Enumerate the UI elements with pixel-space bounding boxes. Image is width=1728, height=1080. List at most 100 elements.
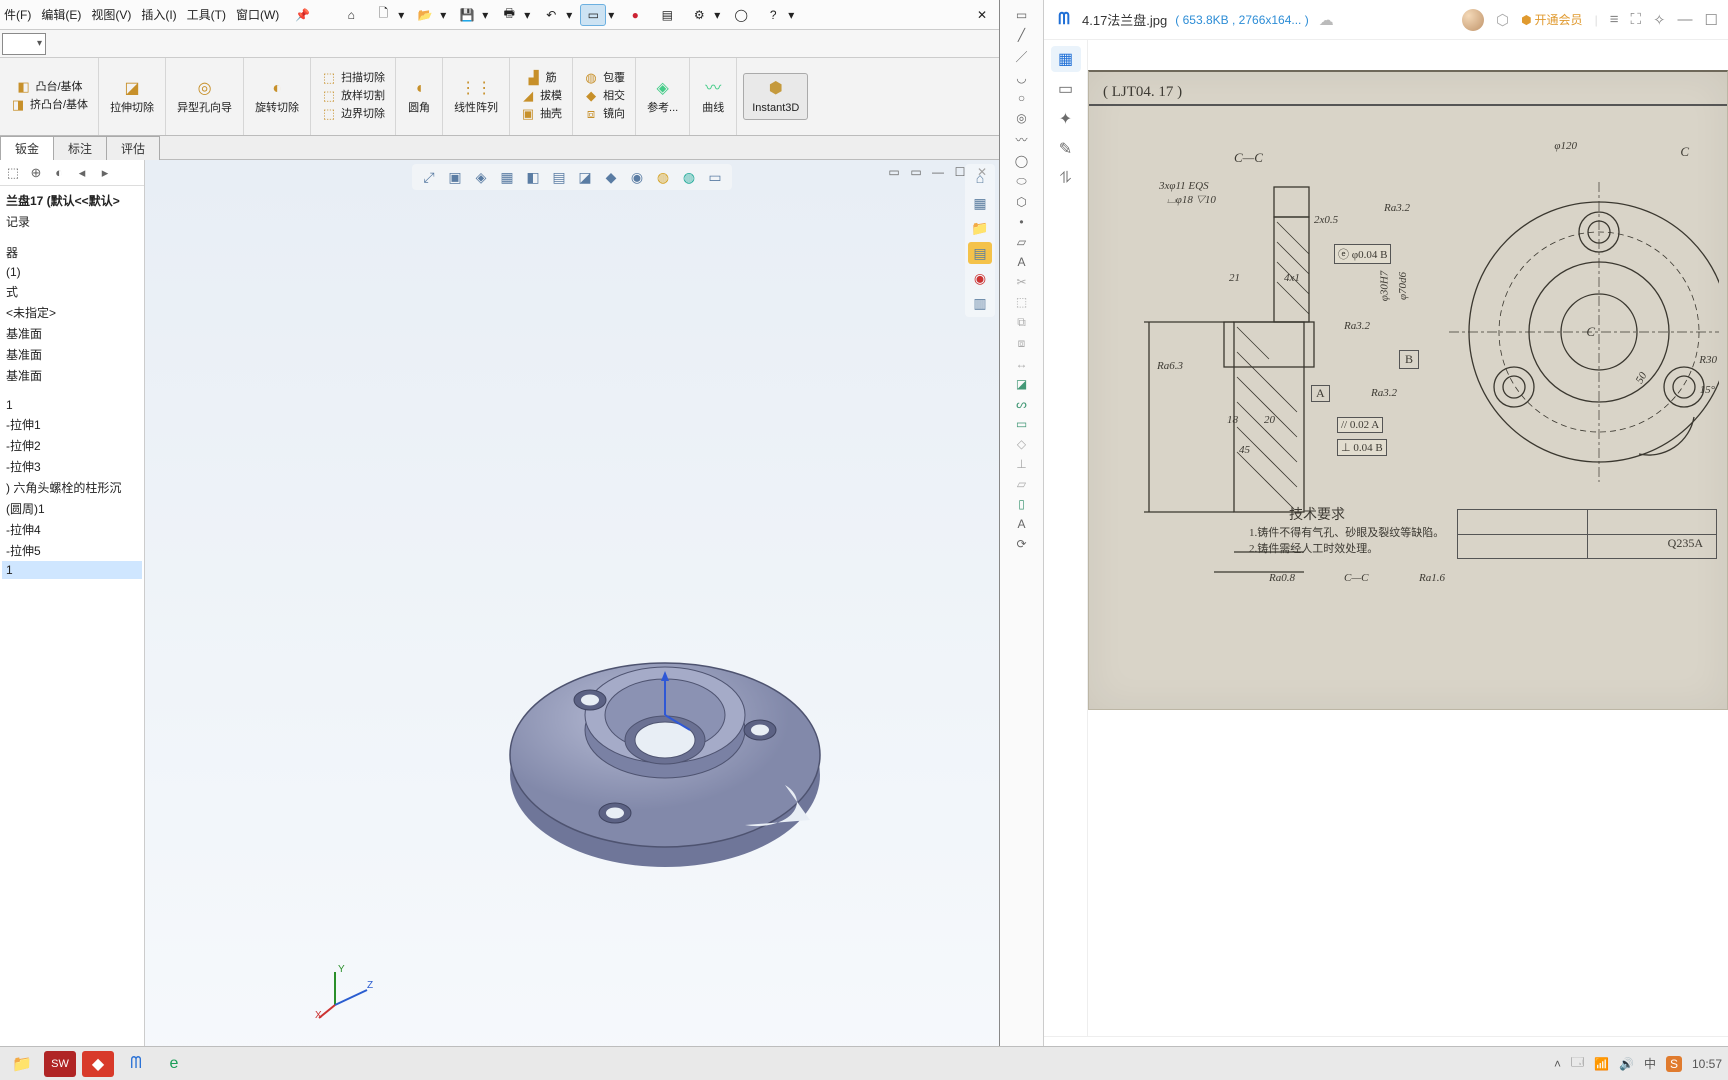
dropdown-icon[interactable]: ▾ <box>524 8 532 22</box>
help-icon[interactable]: ? <box>760 4 786 26</box>
poly-icon[interactable]: ⬡ <box>1016 195 1026 209</box>
circle-icon[interactable]: ○ <box>1018 91 1025 105</box>
gear-icon[interactable]: ⚙ <box>686 4 712 26</box>
zoom-fit-icon[interactable]: ⤢ <box>418 167 440 187</box>
print-icon[interactable]: 🖶 <box>496 4 522 26</box>
cloud-icon[interactable]: ☁ <box>1319 11 1334 29</box>
tp-designlib-icon[interactable]: ▦ <box>968 192 992 214</box>
appearance-icon[interactable]: ◆ <box>600 167 622 187</box>
options-icon[interactable]: ▤ <box>654 4 680 26</box>
select-icon[interactable]: ▭ <box>580 4 606 26</box>
tree-item[interactable]: <未指定> <box>2 302 142 323</box>
dropdown-icon[interactable]: ▾ <box>482 8 490 22</box>
section-icon[interactable]: ◧ <box>522 167 544 187</box>
menu-view[interactable]: 视图(V) <box>91 6 131 23</box>
plane-icon[interactable]: ▱ <box>1017 235 1026 249</box>
doc-hide-icon[interactable]: ▭ <box>885 164 903 180</box>
appearance2-icon[interactable]: ◍ <box>652 167 674 187</box>
tree-item-selected[interactable]: 1 <box>2 561 142 579</box>
explorer-icon[interactable]: 📁 <box>6 1051 38 1077</box>
tp-appearance-icon[interactable]: ◉ <box>968 267 992 289</box>
tree-item[interactable]: 基准面 <box>2 344 142 365</box>
open-icon[interactable]: 📂 <box>412 4 438 26</box>
undo-icon[interactable]: ↶ <box>538 4 564 26</box>
ime-icon[interactable]: 中 <box>1644 1055 1656 1072</box>
tree-item[interactable]: -拉伸3 <box>2 456 142 477</box>
scene-icon[interactable]: ▤ <box>548 167 570 187</box>
pin-icon[interactable]: 📌 <box>295 8 310 22</box>
dropdown-icon[interactable]: ▾ <box>608 8 616 22</box>
app-task-icon[interactable]: ◆ <box>82 1051 114 1077</box>
tree-item[interactable]: (1) <box>2 263 142 281</box>
sk6-icon[interactable]: ⟳ <box>1016 537 1026 551</box>
doc-icon[interactable]: ▭ <box>1051 76 1081 102</box>
display-style-icon[interactable]: ▦ <box>496 167 518 187</box>
avatar[interactable] <box>1462 9 1484 31</box>
menu-tools[interactable]: 工具(T) <box>187 6 226 23</box>
appearance3-icon[interactable]: ◍ <box>678 167 700 187</box>
window-close-icon[interactable]: ✕ <box>969 8 995 22</box>
tree-item[interactable]: -拉伸2 <box>2 435 142 456</box>
render-icon[interactable]: ◉ <box>626 167 648 187</box>
fullscreen-icon[interactable]: ⛶ <box>1630 11 1641 28</box>
rect-icon[interactable]: ▭ <box>1016 8 1027 22</box>
intersect-button[interactable]: ◆相交 <box>579 88 629 106</box>
instant3d-button[interactable]: ⬢Instant3D <box>743 73 808 120</box>
doc-cascade-icon[interactable]: — <box>929 164 947 180</box>
sogou-icon[interactable]: S <box>1666 1056 1682 1072</box>
tree-item[interactable]: 基准面 <box>2 323 142 344</box>
panel-tab-icon[interactable]: ◂ <box>72 163 92 183</box>
panel-tab-icon[interactable]: ⊕ <box>26 163 46 183</box>
tp-view-icon[interactable]: ▤ <box>968 242 992 264</box>
fillet-button[interactable]: ◖圆角 <box>402 76 436 117</box>
sk3-icon[interactable]: ▱ <box>1017 477 1026 491</box>
user-icon[interactable]: ◯ <box>728 4 754 26</box>
tree-item[interactable]: 器 <box>2 242 142 263</box>
boss-base-button[interactable]: ◧凸台/基体 <box>6 79 92 97</box>
shell-button[interactable]: ▣抽壳 <box>516 106 566 124</box>
minimize-icon[interactable]: — <box>1678 11 1693 28</box>
tab-annotate[interactable]: 标注 <box>53 136 107 160</box>
line-icon[interactable]: ╱ <box>1018 28 1025 42</box>
menu-icon[interactable]: ≡ <box>1610 11 1619 28</box>
slot-icon[interactable]: ⬭ <box>1016 174 1026 189</box>
menu-file[interactable]: 件(F) <box>4 6 31 23</box>
panel-tab-icon[interactable]: ◐ <box>49 163 69 183</box>
rib-button[interactable]: ▟筋 <box>516 70 566 88</box>
panel-tab-icon[interactable]: ⬚ <box>3 163 23 183</box>
slider-icon[interactable]: ⥮ <box>1051 166 1081 192</box>
save-icon[interactable]: 💾 <box>454 4 480 26</box>
boundary-cut-button[interactable]: ⬚边界切除 <box>317 106 389 124</box>
tree-item[interactable]: ) 六角头螺栓的柱形沉 <box>2 477 142 498</box>
line2-icon[interactable]: ／ <box>1015 48 1027 65</box>
circle2-icon[interactable]: ◎ <box>1016 111 1026 125</box>
vip-button[interactable]: ⬢ 开通会员 <box>1521 11 1583 28</box>
tree-item[interactable]: -拉伸1 <box>2 414 142 435</box>
pin-icon[interactable]: ✧ <box>1653 11 1666 29</box>
mirror-icon[interactable]: ⧈ <box>1018 336 1026 351</box>
offset-icon[interactable]: ⧉ <box>1017 315 1026 330</box>
dim-icon[interactable]: ↔ <box>1016 357 1028 371</box>
point-icon[interactable]: • <box>1019 215 1023 229</box>
doc-min-icon[interactable]: ▭ <box>907 164 925 180</box>
tp-file-icon[interactable]: 📁 <box>968 217 992 239</box>
new-icon[interactable]: 🗋 <box>370 4 396 26</box>
tp-home-icon[interactable]: ⌂ <box>968 167 992 189</box>
dropdown-icon[interactable]: ▾ <box>714 8 722 22</box>
tp-custom-icon[interactable]: ▥ <box>968 292 992 314</box>
viewer-task-icon[interactable]: ᗰ <box>120 1051 152 1077</box>
sweep-cut-button[interactable]: ⬚扫描切除 <box>317 70 389 88</box>
dropdown-icon[interactable]: ▾ <box>440 8 448 22</box>
curves-button[interactable]: 〰曲线 <box>696 76 730 117</box>
menu-window[interactable]: 窗口(W) <box>236 6 279 23</box>
spline-icon[interactable]: 〰 <box>1015 131 1027 148</box>
crop-icon[interactable]: ✦ <box>1051 106 1081 132</box>
tree-root[interactable]: 兰盘17 (默认<<默认> <box>2 190 142 211</box>
view-cube-icon[interactable]: ▣ <box>444 167 466 187</box>
menu-insert[interactable]: 插入(I) <box>141 6 176 23</box>
loft-cut-button[interactable]: ⬚放样切割 <box>317 88 389 106</box>
filter-combo[interactable]: ▾ <box>2 33 46 55</box>
tree-item[interactable]: -拉伸4 <box>2 519 142 540</box>
menu-edit[interactable]: 编辑(E) <box>41 6 81 23</box>
surf3-icon[interactable]: ▭ <box>1016 417 1027 431</box>
